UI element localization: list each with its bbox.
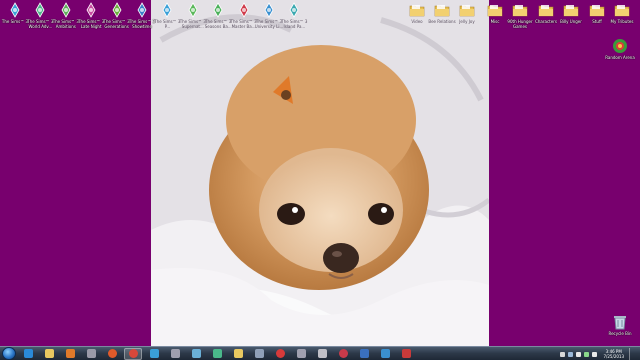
taskbar-app-button[interactable]: [376, 348, 394, 360]
random-arena-shortcut[interactable]: Random Arena: [605, 38, 635, 60]
sims3-showtime-icon: [137, 2, 147, 18]
folder-icon: [487, 5, 503, 17]
sims-launcher-icon: [86, 349, 96, 358]
clock-date: 7/25/2013: [603, 354, 624, 359]
sims-icon: [191, 349, 201, 358]
taskbar-media-player-button[interactable]: [61, 348, 79, 360]
folder-label: My Tributes: [610, 19, 634, 24]
chrome-icon: [128, 349, 138, 358]
taskbar-sims-button[interactable]: [250, 348, 268, 360]
folder-icon: [434, 5, 450, 17]
firefox-icon: [107, 349, 117, 358]
sims3-ambitions-icon: [61, 2, 71, 18]
flag-icon[interactable]: [560, 351, 566, 357]
desktop-shortcut[interactable]: The Sims™ 3 Island Pa...: [279, 2, 309, 29]
sims3-university-icon: [264, 2, 274, 18]
game-icon: [170, 349, 180, 358]
show-desktop-button[interactable]: [629, 347, 634, 360]
folder-icon: [512, 5, 528, 17]
sims3-supernatural-icon: [188, 2, 198, 18]
notification-icon[interactable]: [592, 351, 598, 357]
sims-icon: [149, 349, 159, 358]
clock[interactable]: 3:46 PM 7/25/2013: [603, 349, 624, 359]
taskbar: 3:46 PM 7/25/2013: [0, 346, 640, 360]
sims3-pets-icon: [162, 2, 172, 18]
taskbar-sims-button[interactable]: [208, 348, 226, 360]
sims-icon: [212, 349, 222, 358]
sims3-world-adventures-icon: [35, 2, 45, 18]
app-icon: [359, 349, 369, 358]
record-icon: [338, 349, 348, 358]
folder-icon: [409, 5, 425, 17]
shortcut-label: The Sims™ 3 Island Pa...: [281, 19, 308, 29]
taskbar-chrome-button[interactable]: [124, 347, 142, 360]
taskbar-sims-button[interactable]: [187, 348, 205, 360]
system-tray: 3:46 PM 7/25/2013: [560, 347, 634, 360]
network-icon[interactable]: [568, 351, 574, 357]
recycle-bin-icon: [614, 316, 626, 330]
folder-icon: [233, 349, 243, 358]
sims-icon: [254, 349, 264, 358]
sims3-late-night-icon: [86, 2, 96, 18]
app-icon: [380, 349, 390, 358]
sims3-seasons-icon: [213, 2, 223, 18]
sims3-island-paradise-icon: [289, 2, 299, 18]
media-player-icon: [65, 349, 75, 358]
battery-icon[interactable]: [584, 351, 590, 357]
folder-label: Jelly Joy: [459, 19, 475, 24]
file-explorer-icon: [44, 349, 54, 358]
start-button[interactable]: [2, 347, 16, 360]
volume-icon[interactable]: [576, 351, 582, 357]
desktop: The Sims™ 3 The Sims™ 3 World Adv... The S…: [0, 0, 640, 346]
folder-icon: [459, 5, 475, 17]
taskbar-folder-button[interactable]: [229, 348, 247, 360]
tools-icon: [296, 349, 306, 358]
folder-icon: [614, 5, 630, 17]
folder-icon: [538, 5, 554, 17]
folder-shortcut[interactable]: Jelly Joy: [452, 2, 482, 24]
taskbar-internet-explorer-button[interactable]: [19, 348, 37, 360]
random-arena-label: Random Arena: [605, 55, 635, 60]
sims3-generations-icon: [112, 2, 122, 18]
wallpaper-pomeranian-photo: [151, 0, 489, 346]
internet-explorer-icon: [23, 349, 33, 358]
taskbar-file-explorer-button[interactable]: [40, 348, 58, 360]
random-arena-icon: [613, 39, 627, 53]
sims3-master-icon: [239, 2, 249, 18]
taskbar-sims-button[interactable]: [313, 348, 331, 360]
taskbar-sims-button[interactable]: [145, 348, 163, 360]
blocked-icon: [275, 349, 285, 358]
recycle-bin-shortcut[interactable]: Recycle Bin: [605, 314, 635, 336]
recycle-bin-label: Recycle Bin: [608, 331, 632, 336]
taskbar-firefox-button[interactable]: [103, 348, 121, 360]
app-icon: [401, 349, 411, 358]
sims-icon: [317, 349, 327, 358]
taskbar-tools-button[interactable]: [292, 348, 310, 360]
taskbar-blocked-button[interactable]: [271, 348, 289, 360]
folder-icon: [563, 5, 579, 17]
folder-icon: [589, 5, 605, 17]
taskbar-sims-launcher-button[interactable]: [82, 348, 100, 360]
taskbar-game-button[interactable]: [166, 348, 184, 360]
folder-shortcut[interactable]: My Tributes: [607, 2, 637, 24]
sims3-icon: [10, 2, 20, 18]
taskbar-record-button[interactable]: [334, 348, 352, 360]
taskbar-app-button[interactable]: [355, 348, 373, 360]
taskbar-app-button[interactable]: [397, 348, 415, 360]
